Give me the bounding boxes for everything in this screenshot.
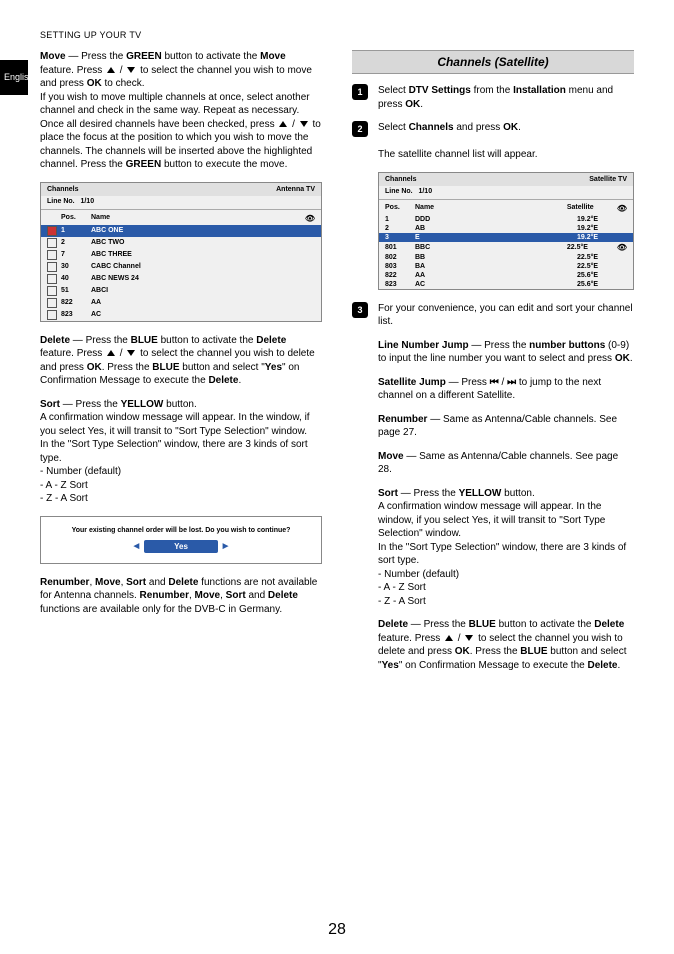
up-icon <box>107 350 115 356</box>
confirm-dialog: Your existing channel order will be lost… <box>40 516 322 564</box>
prev-icon: ⏮ <box>490 377 499 388</box>
up-icon <box>107 67 115 73</box>
satellite-channel-list: ChannelsSatellite TV Line No. 1/10 Pos.N… <box>378 172 634 290</box>
step-2: 2 Select Channels and press OK.The satel… <box>352 121 634 162</box>
table-row: 801BBC22.5°E👁 <box>379 242 633 253</box>
table-row: 40ABC NEWS 24 <box>41 273 321 285</box>
table-row: 823AC <box>41 309 321 321</box>
table-row: 1ABC ONE <box>41 225 321 237</box>
table-row: 51ABCI <box>41 285 321 297</box>
down-icon <box>300 121 308 127</box>
table-row: 1DDD19.2°E <box>379 215 633 224</box>
language-tab: English <box>0 60 28 95</box>
eye-icon: 👁 <box>305 214 315 223</box>
up-icon <box>445 635 453 641</box>
table-row: 7ABC THREE <box>41 249 321 261</box>
sort-para-r: Sort — Press the YELLOW button. A confir… <box>378 487 634 609</box>
step-number-icon: 3 <box>352 302 368 318</box>
delete-para-r: Delete — Press the BLUE button to activa… <box>378 618 634 672</box>
step-3: 3 For your convenience, you can edit and… <box>352 302 634 329</box>
table-row: 2ABC TWO <box>41 237 321 249</box>
down-icon <box>127 67 135 73</box>
antenna-channel-list: ChannelsAntenna TV Line No. 1/10 Pos.Nam… <box>40 182 322 322</box>
renumber-para: Renumber — Same as Antenna/Cable channel… <box>378 413 634 440</box>
step-1: 1 Select DTV Settings from the Installat… <box>352 84 634 111</box>
line-jump-para: Line Number Jump — Press the number butt… <box>378 339 634 366</box>
down-icon <box>127 350 135 356</box>
sort-para: Sort — Press the YELLOW button. A confir… <box>40 398 322 506</box>
page-number: 28 <box>0 921 674 939</box>
note-para: Renumber, Move, Sort and Delete function… <box>40 576 322 617</box>
table-row: 802BB22.5°E <box>379 253 633 262</box>
right-column: Channels (Satellite) 1 Select DTV Settin… <box>352 50 634 682</box>
up-icon <box>279 121 287 127</box>
section-heading: Channels (Satellite) <box>352 50 634 74</box>
table-row: 822AA <box>41 297 321 309</box>
next-icon: ⏭ <box>507 377 516 388</box>
yes-button[interactable]: Yes <box>144 540 218 553</box>
delete-para: Delete — Press the BLUE button to activa… <box>40 334 322 388</box>
sat-jump-para: Satellite Jump — Press ⏮ / ⏭ to jump to … <box>378 376 634 403</box>
table-row: 803BA22.5°E <box>379 262 633 271</box>
table-row: 823AC25.6°E <box>379 280 633 289</box>
table-row: 2AB19.2°E <box>379 224 633 233</box>
left-column: Move — Press the GREEN button to activat… <box>40 50 322 682</box>
down-icon <box>465 635 473 641</box>
page-header: SETTING UP YOUR TV <box>40 30 634 40</box>
move-para: Move — Press the GREEN button to activat… <box>40 50 322 172</box>
table-row: 30CABC Channel <box>41 261 321 273</box>
eye-icon: 👁 <box>617 204 627 213</box>
step-number-icon: 1 <box>352 84 368 100</box>
step-number-icon: 2 <box>352 121 368 137</box>
table-row: 822AA25.6°E <box>379 271 633 280</box>
table-row: 3E19.2°E <box>379 233 633 242</box>
move-para-r: Move — Same as Antenna/Cable channels. S… <box>378 450 634 477</box>
